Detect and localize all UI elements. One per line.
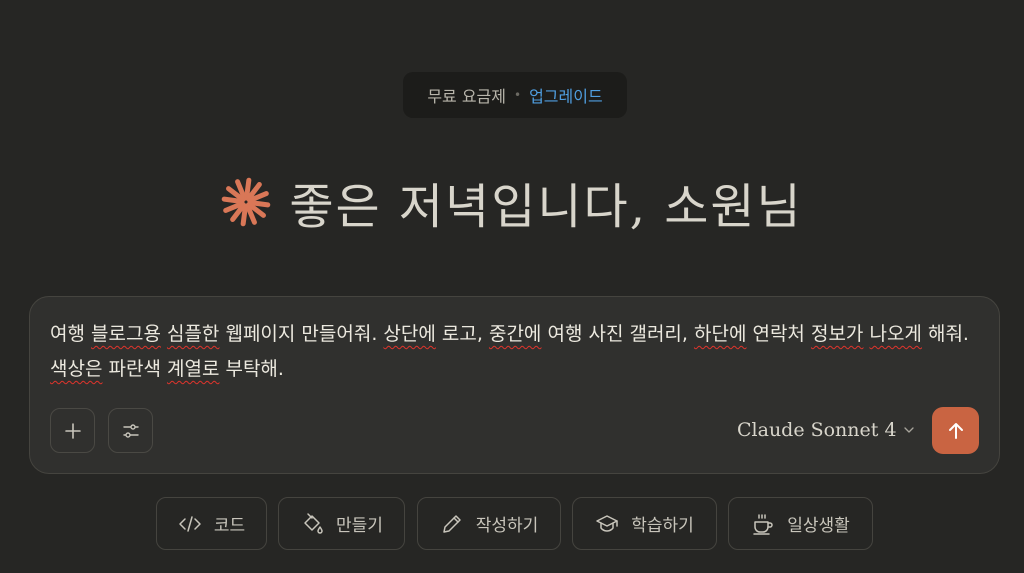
chip-learn[interactable]: 학습하기	[572, 497, 717, 550]
claude-new-chat-page: 무료 요금제 • 업그레이드 좋은 저녁입니다, 소원님 여행 블로그용 심플한…	[0, 0, 1024, 573]
chip-label: 학습하기	[631, 516, 694, 536]
misspelled-word: 심플한	[166, 323, 220, 345]
plus-icon	[64, 422, 81, 439]
message-text-segment: 여행	[50, 323, 91, 345]
sliders-icon	[122, 423, 139, 438]
misspelled-word: 색상은	[50, 358, 103, 380]
message-input[interactable]: 여행 블로그용 심플한 웹페이지 만들어줘. 상단에 로고, 중간에 여행 사진…	[50, 317, 980, 387]
plan-name: 무료 요금제	[427, 87, 506, 106]
misspelled-word: 나오게	[869, 323, 922, 345]
send-button[interactable]	[932, 407, 979, 454]
message-text-segment: 파란색	[102, 358, 167, 380]
model-name: Sonnet 4	[810, 419, 897, 441]
message-text-segment: 연락처	[746, 323, 811, 345]
tools-button[interactable]	[108, 408, 153, 453]
misspelled-word: 블로그용	[91, 323, 161, 345]
message-text-segment: 로고,	[435, 323, 489, 345]
chip-write[interactable]: 작성하기	[417, 497, 561, 550]
claude-spark-icon	[222, 177, 271, 227]
chip-label: 작성하기	[475, 516, 539, 536]
chip-code[interactable]: 코드	[156, 497, 267, 550]
message-text-segment: 해줘.	[921, 323, 969, 345]
chip-daily-life[interactable]: 일상생활	[728, 497, 873, 550]
arrow-up-icon	[948, 422, 963, 439]
upgrade-link[interactable]: 업그레이드	[529, 83, 603, 107]
misspelled-word: 중간에	[488, 323, 542, 345]
plan-separator: •	[514, 88, 522, 102]
graduation-cap-icon	[596, 514, 618, 532]
plan-badge: 무료 요금제 • 업그레이드	[403, 72, 627, 118]
misspelled-word: 상단에	[383, 323, 436, 345]
misspelled-word: 하단에	[693, 323, 747, 345]
misspelled-word: 계열로	[166, 358, 220, 380]
chip-label: 일상생활	[787, 516, 850, 536]
chip-create[interactable]: 만들기	[278, 497, 405, 550]
coffee-cup-icon	[753, 513, 773, 535]
message-text-segment: 부탁해.	[219, 358, 284, 380]
model-selector[interactable]: Claude Sonnet 4	[737, 413, 915, 447]
greeting-text: 좋은 저녁입니다, 소원님	[289, 179, 803, 235]
pencil-icon	[442, 514, 461, 533]
chip-label: 코드	[213, 516, 246, 536]
code-icon	[179, 515, 201, 532]
greeting: 좋은 저녁입니다, 소원님	[0, 164, 1024, 240]
model-brand: Claude	[737, 419, 805, 441]
suggestion-chips: 코드 만들기 작성하기 학습하기 일상생활	[0, 497, 1024, 550]
chevron-down-icon	[903, 427, 914, 433]
add-attachment-button[interactable]	[50, 408, 95, 453]
message-composer: 여행 블로그용 심플한 웹페이지 만들어줘. 상단에 로고, 중간에 여행 사진…	[29, 296, 1000, 474]
paint-bucket-icon	[304, 512, 323, 534]
misspelled-word: 정보가	[810, 323, 864, 345]
message-text-segment: 웹페이지 만들어줘.	[219, 323, 384, 345]
chip-label: 만들기	[336, 516, 383, 536]
message-text-segment: 여행 사진 갤러리,	[541, 323, 694, 345]
